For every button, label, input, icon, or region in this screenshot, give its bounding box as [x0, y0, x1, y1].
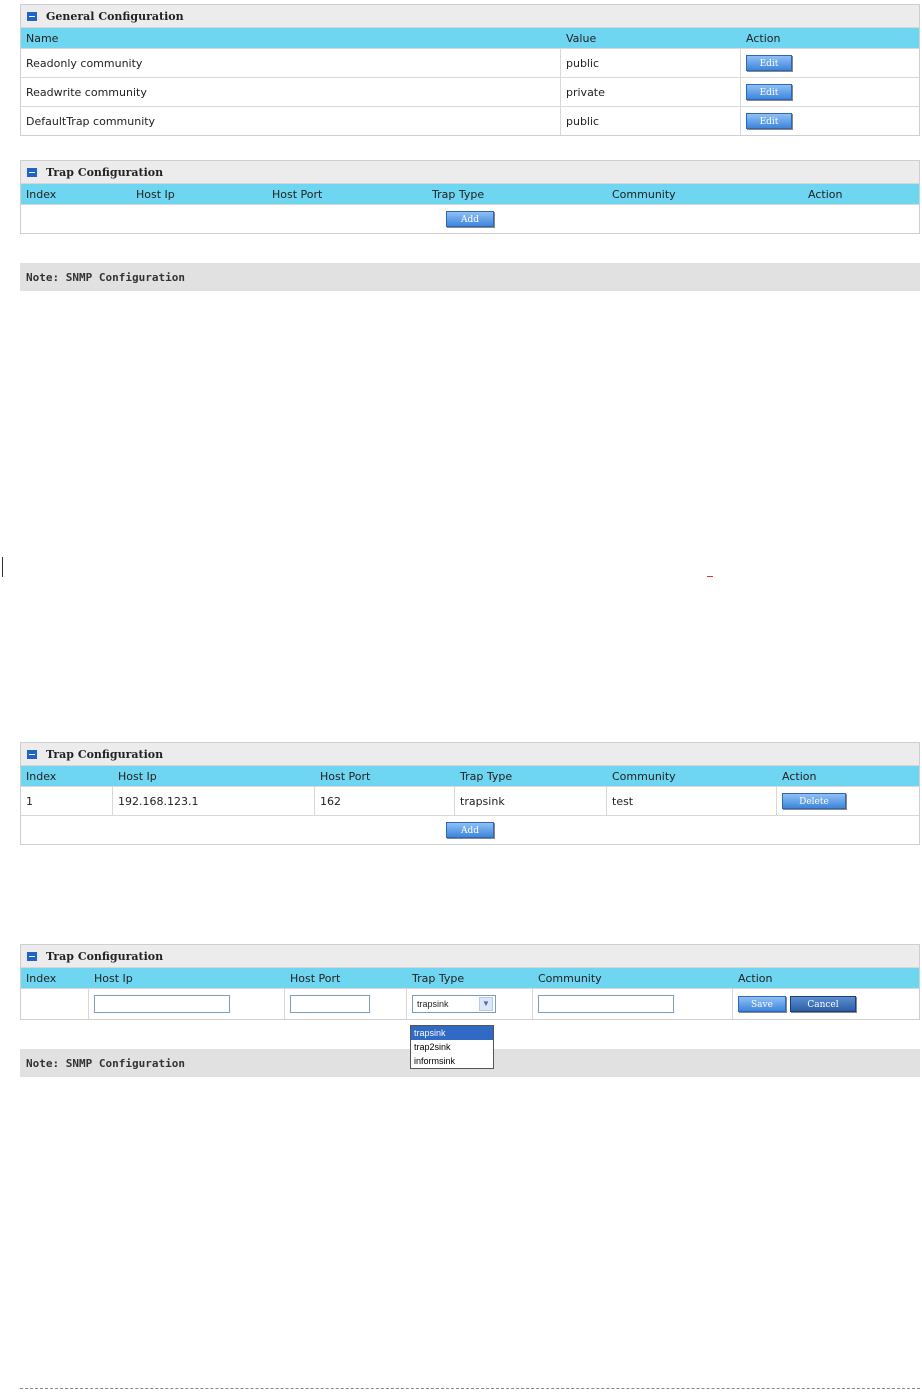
cancel-button[interactable]: Cancel	[790, 996, 856, 1012]
table-header: Name Value Action	[21, 28, 919, 48]
index-cell: 1	[21, 787, 113, 815]
column-header-trap-type: Trap Type	[412, 971, 465, 985]
column-header-index: Index	[26, 769, 57, 783]
panel-title: General Configuration	[21, 5, 919, 28]
column-header-action: Action	[746, 31, 781, 45]
host-port-input[interactable]	[290, 995, 370, 1013]
host-ip-cell: 192.168.123.1	[113, 787, 315, 815]
table-header: Index Host Ip Host Port Trap Type Commun…	[21, 766, 919, 786]
panel-title: Trap Configuration	[21, 945, 919, 968]
name-cell: DefaultTrap community	[21, 107, 561, 135]
column-header-value: Value	[566, 31, 597, 45]
divider-mark	[2, 557, 3, 577]
collapse-icon[interactable]	[27, 11, 37, 21]
panel-title-text: General Configuration	[46, 9, 184, 23]
panel-title-text: Trap Configuration	[46, 949, 164, 963]
divider-mark	[707, 576, 713, 577]
table-row: Readonly community public Edit	[21, 48, 919, 77]
column-header-host-ip: Host Ip	[118, 769, 157, 783]
trap-configuration-panel: Trap Configuration Index Host Ip Host Po…	[20, 160, 920, 234]
column-header-name: Name	[26, 31, 59, 45]
trap-type-cell: trapsink	[455, 787, 607, 815]
column-header-host-ip: Host Ip	[136, 187, 175, 201]
panel-title: Trap Configuration	[21, 743, 919, 766]
dropdown-option-informsink[interactable]: informsink	[411, 1054, 493, 1068]
edit-button[interactable]: Edit	[746, 55, 792, 71]
name-cell: Readwrite community	[21, 78, 561, 106]
note-bar: Note: SNMP Configuration	[20, 263, 920, 291]
column-header-host-ip: Host Ip	[94, 971, 133, 985]
add-button[interactable]: Add	[446, 211, 494, 227]
add-row: Add	[21, 204, 919, 233]
host-port-cell: 162	[315, 787, 455, 815]
column-header-index: Index	[26, 971, 57, 985]
trap-type-dropdown-list: trapsink trap2sink informsink	[410, 1025, 494, 1069]
column-header-action: Action	[808, 187, 843, 201]
column-header-action: Action	[782, 769, 817, 783]
delete-button[interactable]: Delete	[782, 793, 846, 809]
value-cell: public	[561, 107, 741, 135]
edit-button[interactable]: Edit	[746, 84, 792, 100]
panel-title: Trap Configuration	[21, 161, 919, 184]
trap-configuration-panel: Trap Configuration Index Host Ip Host Po…	[20, 944, 920, 1020]
table-row: 1 192.168.123.1 162 trapsink test Delete	[21, 786, 919, 815]
column-header-action: Action	[738, 971, 773, 985]
trap-type-select-value: trapsink	[417, 999, 449, 1009]
general-configuration-panel: General Configuration Name Value Action …	[20, 4, 920, 136]
dropdown-option-trapsink[interactable]: trapsink	[411, 1026, 493, 1040]
column-header-trap-type: Trap Type	[460, 769, 513, 783]
column-header-host-port: Host Port	[272, 187, 323, 201]
table-header: Index Host Ip Host Port Trap Type Commun…	[21, 184, 919, 204]
page-divider	[20, 1388, 920, 1389]
collapse-icon[interactable]	[27, 951, 37, 961]
community-input[interactable]	[538, 995, 674, 1013]
value-cell: public	[561, 49, 741, 77]
edit-button[interactable]: Edit	[746, 113, 792, 129]
column-header-host-port: Host Port	[290, 971, 341, 985]
column-header-community: Community	[612, 187, 676, 201]
trap-type-select[interactable]: trapsink ▼	[412, 995, 496, 1013]
column-header-community: Community	[612, 769, 676, 783]
column-header-host-port: Host Port	[320, 769, 371, 783]
table-row: Readwrite community private Edit	[21, 77, 919, 106]
edit-row: trapsink ▼ Save Cancel	[21, 988, 919, 1019]
add-button[interactable]: Add	[446, 822, 494, 838]
name-cell: Readonly community	[21, 49, 561, 77]
chevron-down-icon[interactable]: ▼	[479, 997, 493, 1011]
index-cell	[21, 989, 89, 1019]
panel-title-text: Trap Configuration	[46, 165, 164, 179]
dropdown-option-trap2sink[interactable]: trap2sink	[411, 1040, 493, 1054]
panel-title-text: Trap Configuration	[46, 747, 164, 761]
column-header-index: Index	[26, 187, 57, 201]
host-ip-input[interactable]	[94, 995, 230, 1013]
trap-configuration-panel: Trap Configuration Index Host Ip Host Po…	[20, 742, 920, 845]
add-row: Add	[21, 815, 919, 844]
table-header: Index Host Ip Host Port Trap Type Commun…	[21, 968, 919, 988]
column-header-community: Community	[538, 971, 602, 985]
value-cell: private	[561, 78, 741, 106]
collapse-icon[interactable]	[27, 167, 37, 177]
community-cell: test	[607, 787, 777, 815]
collapse-icon[interactable]	[27, 749, 37, 759]
table-row: DefaultTrap community public Edit	[21, 106, 919, 135]
column-header-trap-type: Trap Type	[432, 187, 485, 201]
save-button[interactable]: Save	[738, 996, 786, 1012]
